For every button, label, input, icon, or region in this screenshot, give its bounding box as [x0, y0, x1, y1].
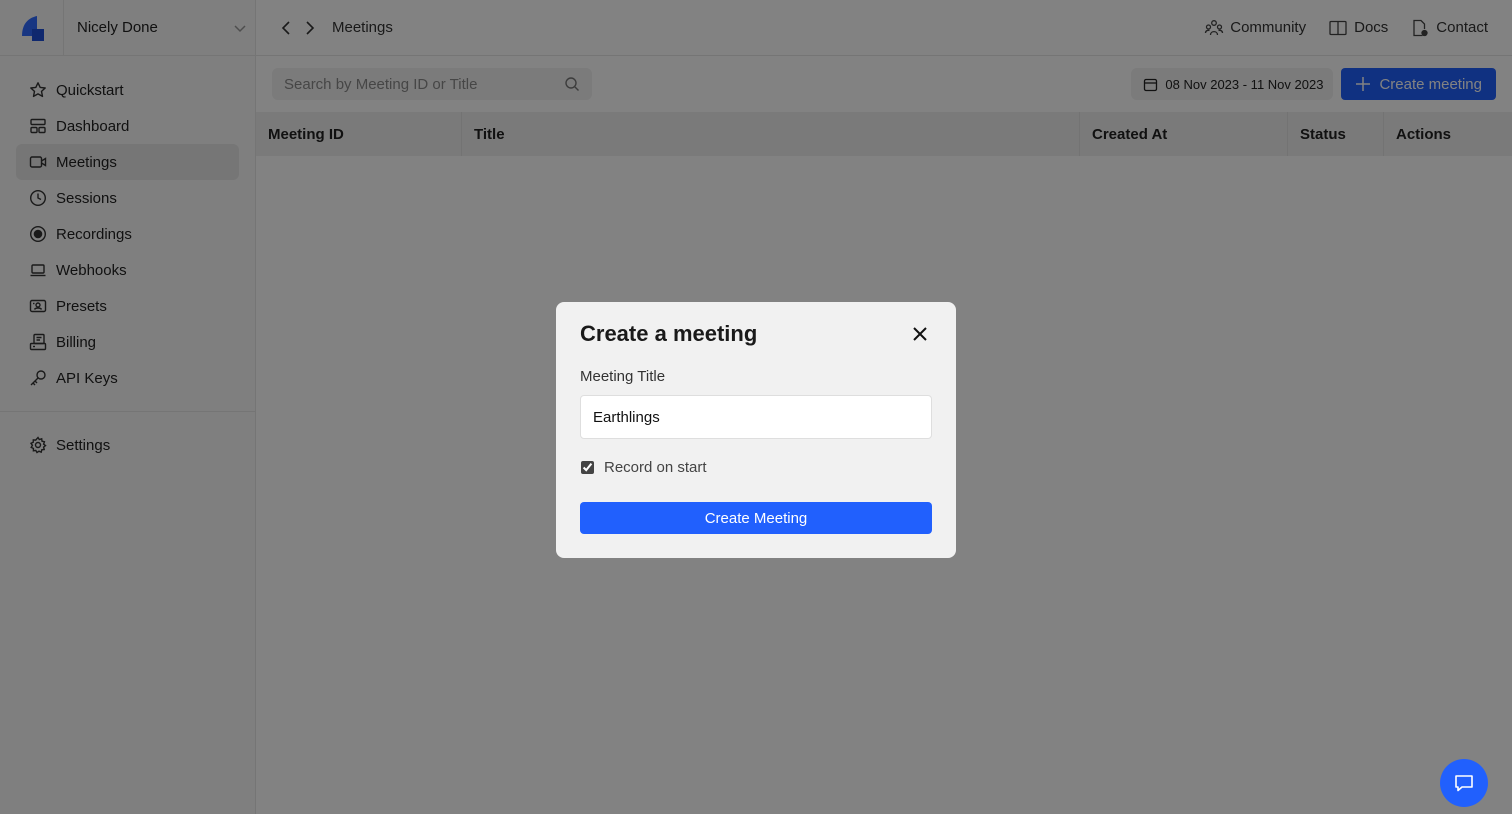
close-icon[interactable] — [908, 322, 932, 346]
chat-icon — [1455, 775, 1473, 792]
chat-support-button[interactable] — [1440, 759, 1488, 807]
record-on-start-option[interactable]: Record on start — [580, 459, 932, 476]
create-meeting-dialog: Create a meeting Meeting Title Record on… — [556, 302, 956, 558]
meeting-title-label: Meeting Title — [580, 368, 666, 385]
create-meeting-submit-button[interactable]: Create Meeting — [580, 502, 932, 534]
record-on-start-checkbox[interactable] — [581, 461, 594, 474]
record-on-start-label: Record on start — [604, 459, 707, 476]
meeting-title-input[interactable] — [580, 395, 932, 439]
dialog-title: Create a meeting — [580, 321, 758, 346]
